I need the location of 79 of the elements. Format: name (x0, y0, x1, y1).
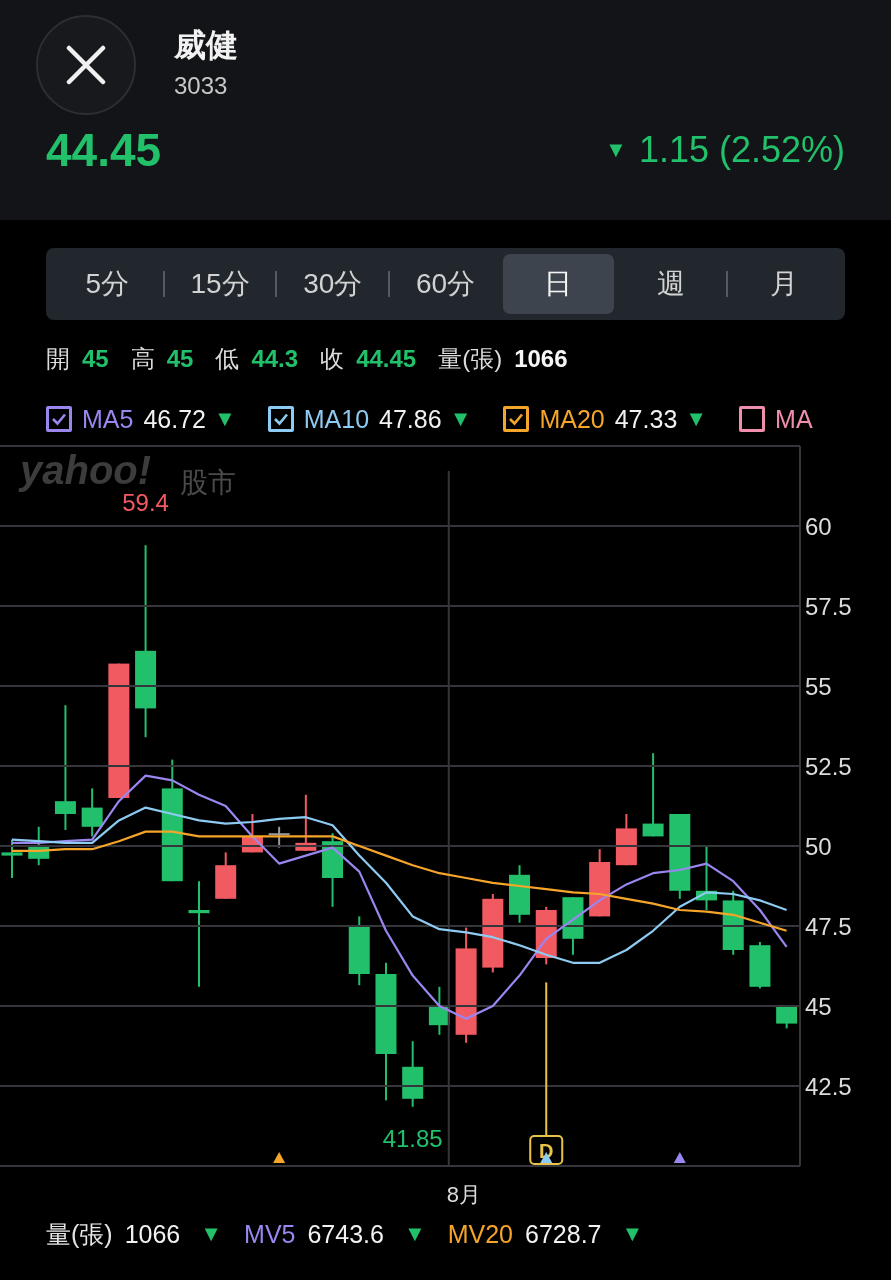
candlestick (28, 825, 50, 867)
quote-value: 45 (166, 345, 194, 373)
axis-label: 60 (805, 513, 832, 540)
quote-value: 45 (82, 345, 109, 373)
indicator-name: MA20 (539, 404, 605, 434)
axis-label: 45 (805, 993, 832, 1020)
candlestick (722, 889, 744, 956)
quote-label: 開 (46, 344, 70, 374)
candlestick (81, 787, 103, 838)
axis-label: 50 (805, 833, 832, 860)
axis-label: 8月 (446, 1182, 481, 1207)
last-price: 44.45 (46, 123, 162, 177)
candlestick (509, 864, 531, 924)
down-arrow-icon: ▼ (621, 1221, 644, 1247)
candlestick (589, 848, 611, 918)
checkbox[interactable] (267, 406, 294, 432)
checkbox[interactable] (46, 406, 72, 432)
quote-value: 44.3 (251, 345, 299, 373)
quote-label: 高 (130, 344, 155, 374)
stock-name: 威健 (174, 26, 238, 65)
indicator-name: MA10 (303, 404, 370, 434)
quote-label: 收 (320, 344, 345, 374)
candlestick (215, 851, 237, 900)
down-arrow-icon: ▼ (200, 1221, 223, 1247)
indicator-value: 6728.7 (525, 1219, 602, 1249)
checkbox[interactable] (739, 406, 766, 432)
indicator-name: MA5 (82, 404, 134, 434)
period-tab[interactable]: 日 (502, 254, 614, 314)
axis-label: 55 (805, 673, 832, 700)
candlestick (696, 845, 717, 911)
indicator-name: MA (775, 404, 813, 434)
indicator-name: 量(張) (46, 1218, 113, 1250)
candlestick (348, 915, 370, 987)
axis-label: 52.5 (805, 753, 852, 780)
axis-label: 42.5 (805, 1073, 852, 1100)
period-tab[interactable]: 30分 (277, 254, 389, 314)
period-tab[interactable]: 週 (615, 254, 727, 314)
check-icon (508, 412, 525, 426)
candlestick (268, 825, 290, 849)
candlestick (562, 896, 584, 956)
period-tab[interactable]: 月 (728, 254, 840, 314)
indicator-value: 46.72 (143, 404, 206, 434)
down-arrow-icon: ▼ (403, 1221, 426, 1247)
logo-text: yahoo! (20, 448, 152, 492)
axis-label: 47.5 (805, 913, 852, 940)
indicator-value: 1066 (124, 1219, 181, 1249)
down-arrow-icon: ▼ (685, 406, 708, 432)
quote-value: 44.45 (356, 345, 417, 373)
candlestick (1, 838, 23, 879)
period-tab[interactable]: 60分 (390, 254, 501, 314)
check-icon (51, 412, 67, 426)
checkbox[interactable] (503, 406, 530, 432)
low-price-label: 41.85 (382, 1124, 443, 1152)
period-tab[interactable]: 5分 (52, 254, 163, 314)
indicator-name: MV20 (447, 1219, 514, 1249)
quote-label: 低 (215, 344, 240, 374)
candlestick (428, 985, 450, 1036)
candlestick (241, 813, 263, 854)
down-arrow-icon: ▼ (605, 137, 627, 163)
candlestick (749, 941, 771, 990)
quote-label: 量(張) (438, 344, 503, 374)
stock-code: 3033 (174, 71, 229, 101)
axis-label: 57.5 (805, 593, 852, 620)
high-price-label: 59.4 (122, 489, 169, 517)
close-icon (66, 45, 106, 85)
quote-value: 1066 (514, 345, 568, 373)
candlestick (295, 793, 317, 852)
down-arrow-icon: ▼ (213, 406, 236, 432)
candlestick (402, 1040, 424, 1108)
price-change: 1.15 (2.52%) (638, 129, 845, 171)
indicator-value: 47.86 (379, 404, 442, 434)
check-icon (272, 412, 289, 426)
indicator-value: 47.33 (614, 404, 678, 434)
indicator-value: 6743.6 (307, 1219, 384, 1249)
indicator-name: MV5 (244, 1219, 296, 1249)
down-arrow-icon: ▼ (449, 406, 472, 432)
candlestick (615, 813, 637, 867)
watermark-text: 股市 (180, 467, 236, 498)
period-tab[interactable]: 15分 (164, 254, 276, 314)
